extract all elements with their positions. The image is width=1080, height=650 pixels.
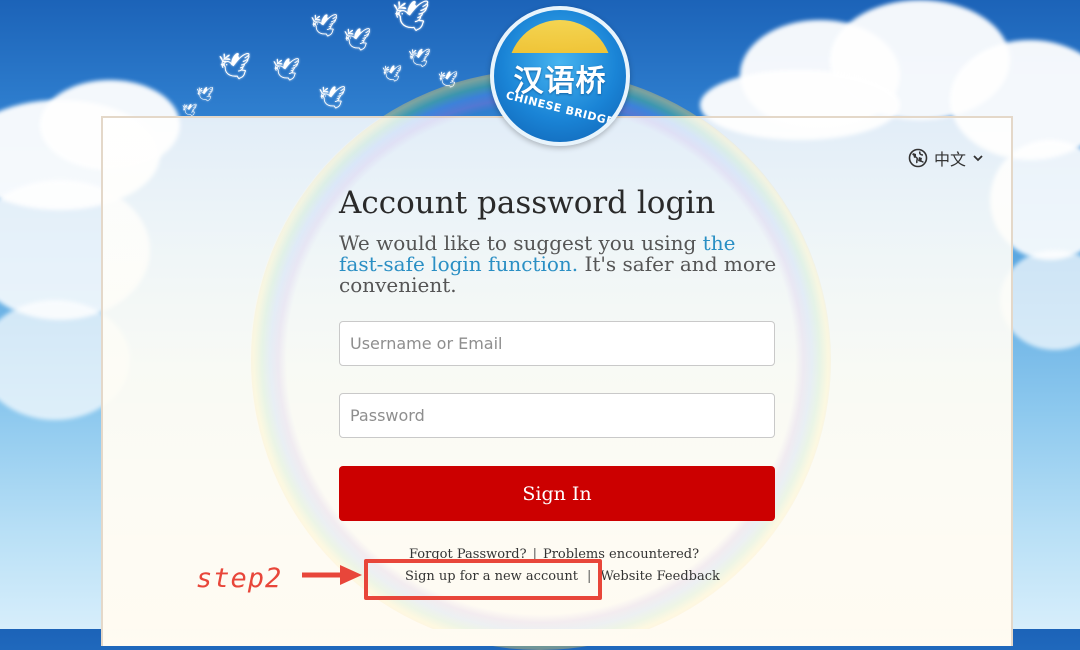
dove-icon: 🕊 <box>408 48 431 69</box>
dove-icon: 🕊 <box>343 28 371 53</box>
login-subtitle: We would like to suggest you using the f… <box>339 233 779 296</box>
dove-icon: 🕊 <box>272 58 300 83</box>
dove-icon: 🕊 <box>182 103 198 117</box>
globe-icon <box>908 148 928 168</box>
dove-icon: 🕊 <box>310 14 338 39</box>
dove-icon: 🕊 <box>438 70 459 89</box>
chinese-bridge-logo: 汉语桥 CHINESE BRIDGE <box>490 6 630 146</box>
dove-icon: 🕊 <box>382 64 403 83</box>
website-feedback-link[interactable]: Website Feedback <box>600 569 719 584</box>
password-input[interactable] <box>339 393 775 438</box>
chevron-down-icon <box>972 152 984 164</box>
step-highlight-box <box>364 559 602 600</box>
username-input[interactable] <box>339 321 775 366</box>
page-title: Account password login <box>339 185 716 221</box>
dove-icon: 🕊 <box>218 52 252 82</box>
dove-icon: 🕊 <box>318 86 346 111</box>
dove-icon: 🕊 <box>392 0 431 34</box>
sign-in-button[interactable]: Sign In <box>339 466 775 521</box>
step-label: step2 <box>196 563 283 594</box>
language-label: 中文 <box>934 150 967 169</box>
arrow-right-icon <box>302 565 362 585</box>
dove-icon: 🕊 <box>196 87 214 103</box>
language-selector[interactable]: 中文 <box>908 146 984 170</box>
